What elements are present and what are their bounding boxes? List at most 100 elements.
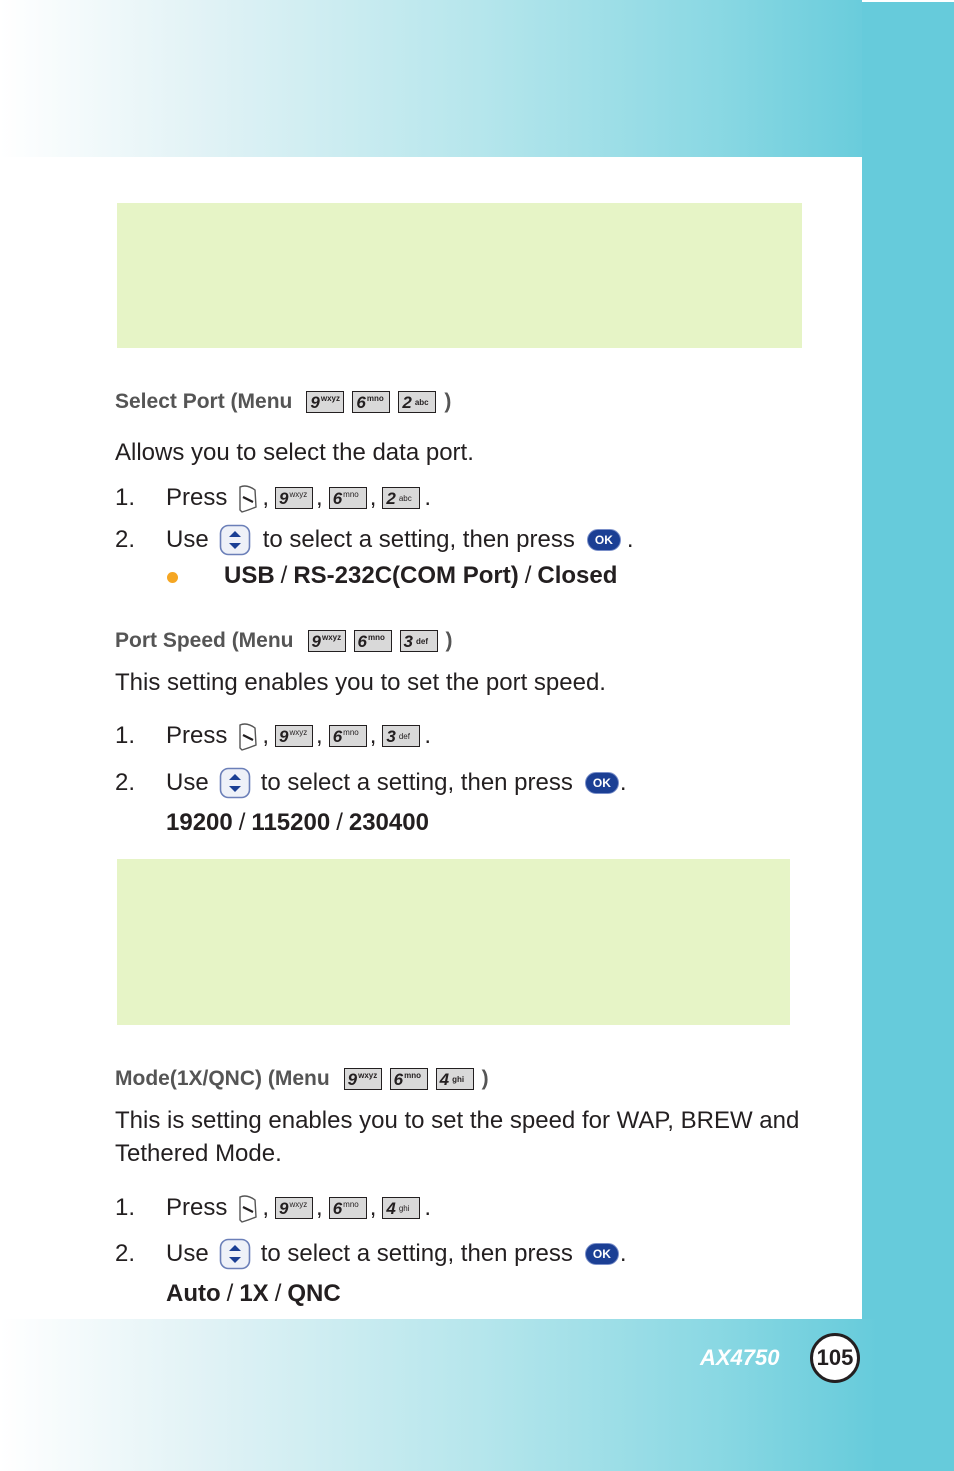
- key-9-icon: 9 wxyz: [275, 1197, 314, 1219]
- key-9-icon: 9 wxyz: [343, 1068, 382, 1090]
- step-2: 2. Use to select a setting, then press O…: [115, 767, 627, 799]
- key-6-icon: 6 mno: [389, 1068, 428, 1090]
- footer-model-name: AX4750: [700, 1345, 780, 1370]
- note-box: [117, 859, 790, 1025]
- heading-text: Select Port (Menu: [115, 390, 293, 413]
- step-text: to select a setting, then press: [260, 1240, 573, 1267]
- key-3-icon: 3 def: [382, 725, 421, 747]
- option: 19200: [166, 809, 233, 836]
- step-number: 2.: [115, 526, 136, 553]
- navigation-key-icon: [219, 1238, 250, 1270]
- key-6-icon: 6 mno: [352, 391, 391, 413]
- top-notch: [862, 0, 954, 2]
- bullet-icon: [167, 572, 178, 583]
- options-list: 19200/115200/230400: [166, 809, 429, 837]
- comma: ,: [316, 484, 323, 511]
- section-heading-port-speed: Port Speed (Menu 9 wxyz 6 mno 3 def ): [115, 629, 453, 653]
- bottom-decorative-band: [0, 1319, 954, 1471]
- option: USB: [224, 562, 275, 589]
- ok-button-icon: OK: [586, 529, 621, 551]
- key-9-icon: 9 wxyz: [275, 487, 314, 509]
- slash: /: [238, 809, 246, 836]
- key-6-icon: 6 mno: [328, 725, 367, 747]
- send-key-icon: [239, 723, 258, 751]
- section-description: Allows you to select the data port.: [115, 439, 474, 466]
- option: Closed: [537, 562, 618, 589]
- option: RS-232C(COM Port): [293, 562, 519, 589]
- step-verb: Press: [166, 722, 228, 749]
- step-verb: Use: [166, 1240, 209, 1267]
- section-description: This is setting enables you to set the s…: [115, 1107, 800, 1167]
- step-number: 1.: [115, 722, 136, 749]
- key-2-icon: 2 abc: [398, 391, 437, 413]
- step-1: 1. Press , 9 wxyz , 6 mno , 4 ghi .: [115, 1193, 431, 1223]
- step-number: 1.: [115, 1194, 136, 1221]
- comma: ,: [316, 722, 323, 749]
- key-3-icon: 3 def: [399, 630, 438, 652]
- send-key-icon: [239, 485, 258, 513]
- period: .: [619, 1240, 627, 1267]
- key-9-icon: 9 wxyz: [307, 630, 346, 652]
- key-6-icon: 6 mno: [328, 1197, 367, 1219]
- step-number: 2.: [115, 1240, 136, 1267]
- section-heading-select-port: Select Port (Menu 9 wxyz 6 mno 2 abc ): [115, 390, 451, 414]
- top-decorative-band: [0, 0, 954, 157]
- period: .: [424, 722, 432, 749]
- navigation-key-icon: [219, 767, 250, 799]
- page-number-badge: 105: [810, 1333, 860, 1383]
- options-list: Auto/1X / QNC: [166, 1280, 341, 1308]
- section-description: This setting enables you to set the port…: [115, 669, 606, 696]
- period: .: [424, 1194, 432, 1221]
- key-9-icon: 9 wxyz: [275, 725, 314, 747]
- option: 230400: [348, 809, 429, 836]
- comma: ,: [262, 484, 270, 511]
- heading-close-paren: ): [445, 629, 453, 652]
- key-9-icon: 9 wxyz: [306, 391, 345, 413]
- step-number: 2.: [115, 769, 136, 796]
- option: Auto: [166, 1280, 221, 1307]
- step-verb: Use: [166, 769, 209, 796]
- heading-text: Port Speed (Menu: [115, 629, 294, 652]
- right-decorative-band: [862, 0, 954, 1471]
- slash: /: [524, 562, 532, 589]
- comma: ,: [369, 484, 377, 511]
- heading-close-paren: ): [481, 1067, 489, 1090]
- step-verb: Press: [166, 484, 228, 511]
- option: QNC: [287, 1280, 341, 1307]
- step-1: 1. Press , 9 wxyz , 6 mno , 3 def .: [115, 721, 431, 751]
- key-4-icon: 4 ghi: [382, 1197, 421, 1219]
- key-4-icon: 4 ghi: [435, 1068, 474, 1090]
- period: .: [626, 526, 634, 553]
- slash: /: [274, 1280, 282, 1307]
- step-verb: Press: [166, 1194, 228, 1221]
- step-verb: Use: [166, 526, 209, 553]
- slash: /: [336, 809, 343, 836]
- period: .: [619, 769, 627, 796]
- note-box: [117, 203, 802, 348]
- ok-button-icon: OK: [584, 1243, 619, 1265]
- heading-text: Mode(1X/QNC) (Menu: [115, 1067, 330, 1090]
- step-number: 1.: [115, 484, 136, 511]
- slash: /: [280, 562, 288, 589]
- key-6-icon: 6 mno: [328, 487, 367, 509]
- period: .: [424, 484, 432, 511]
- key-6-icon: 6 mno: [353, 630, 392, 652]
- comma: ,: [369, 1194, 377, 1221]
- option: 115200: [251, 809, 331, 836]
- option: 1X: [239, 1280, 269, 1307]
- comma: ,: [316, 1194, 323, 1221]
- step-2: 2. Use to select a setting, then press O…: [115, 524, 634, 556]
- send-key-icon: [239, 1195, 258, 1223]
- heading-close-paren: ): [444, 390, 452, 413]
- slash: /: [226, 1280, 234, 1307]
- section-heading-mode: Mode(1X/QNC) (Menu 9 wxyz 6 mno 4 ghi ): [115, 1067, 489, 1091]
- comma: ,: [369, 722, 377, 749]
- options-list: USB / RS-232C(COM Port) / Closed: [224, 562, 617, 590]
- navigation-key-icon: [219, 524, 250, 556]
- comma: ,: [262, 722, 270, 749]
- step-text: to select a setting, then press: [260, 769, 573, 796]
- step-1: 1. Press , 9 wxyz , 6 mno , 2 abc .: [115, 483, 431, 513]
- key-2-icon: 2 abc: [382, 487, 421, 509]
- ok-button-icon: OK: [584, 772, 619, 794]
- step-2: 2. Use to select a setting, then press O…: [115, 1238, 627, 1270]
